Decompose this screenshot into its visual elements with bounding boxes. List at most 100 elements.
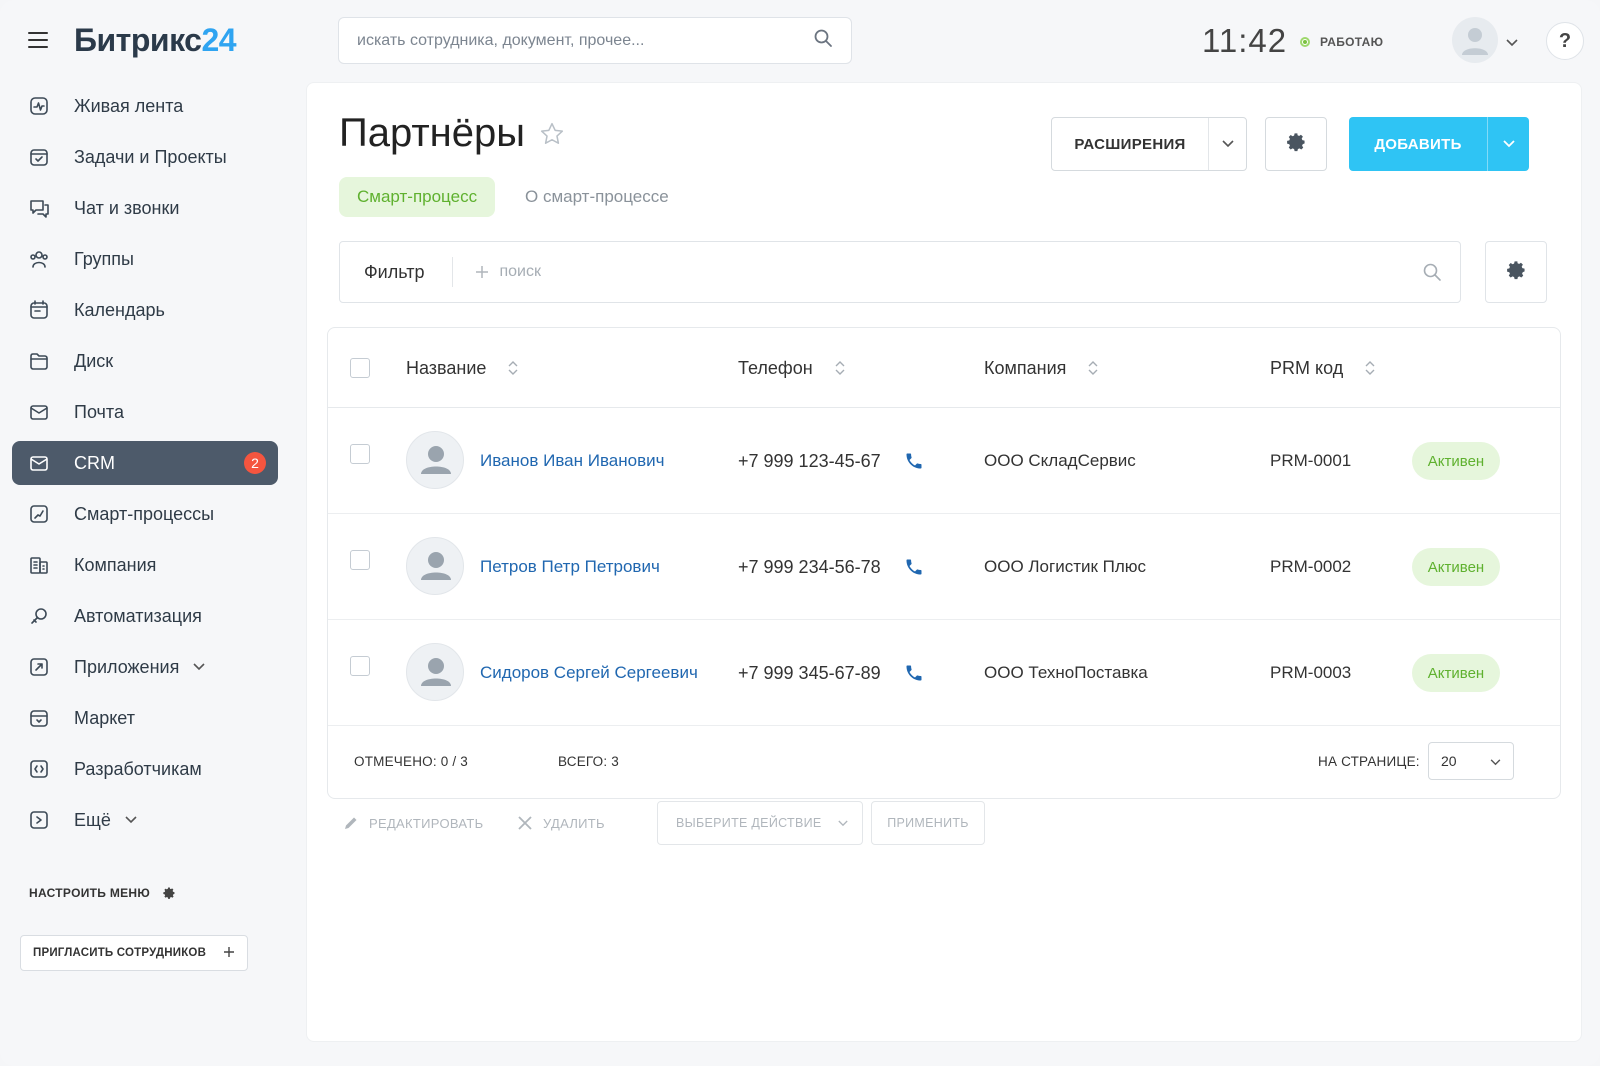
settings-button[interactable] bbox=[1265, 117, 1327, 171]
calendar-icon bbox=[28, 299, 50, 321]
sidebar-item-11[interactable]: Приложения bbox=[12, 645, 278, 689]
column-label: Телефон bbox=[738, 357, 813, 378]
sidebar-item-label: Приложения bbox=[74, 656, 180, 677]
plus-icon[interactable] bbox=[475, 265, 489, 279]
table-row[interactable]: Иванов Иван Иванович +7 999 123-45-67 ОО… bbox=[328, 408, 1560, 514]
star-icon[interactable] bbox=[539, 121, 565, 152]
gear-icon bbox=[1285, 131, 1307, 158]
sort-icon bbox=[1088, 360, 1098, 376]
sidebar-item-0[interactable]: Живая лента bbox=[12, 84, 278, 128]
edit-button[interactable]: РЕДАКТИРОВАТЬ bbox=[343, 801, 483, 845]
sidebar-item-label: Смарт-процессы bbox=[74, 503, 215, 524]
row-checkbox[interactable] bbox=[350, 656, 370, 676]
sidebar-item-2[interactable]: Чат и звонки bbox=[12, 186, 278, 230]
table-row[interactable]: Сидоров Сергей Сергеевич +7 999 345-67-8… bbox=[328, 620, 1560, 726]
column-header-prm-code[interactable]: PRM код bbox=[1270, 328, 1375, 408]
column-header-phone[interactable]: Телефон bbox=[738, 328, 845, 408]
main-panel: Партнёры Смарт-процесс О смарт-процессе … bbox=[306, 82, 1582, 1042]
global-search-input[interactable] bbox=[357, 31, 813, 50]
filter-search-input[interactable] bbox=[499, 263, 1422, 281]
chat-icon bbox=[28, 197, 50, 219]
market-icon bbox=[28, 707, 50, 729]
grid-settings-button[interactable] bbox=[1485, 241, 1547, 303]
phone-call-icon[interactable] bbox=[904, 663, 924, 688]
gear-icon bbox=[1505, 259, 1527, 286]
sidebar-item-3[interactable]: Группы bbox=[12, 237, 278, 281]
row-checkbox[interactable] bbox=[350, 444, 370, 464]
per-page-select[interactable]: 20 bbox=[1428, 742, 1514, 780]
delete-button[interactable]: УДАЛИТЬ bbox=[517, 801, 605, 845]
group-actions-bar: РЕДАКТИРОВАТЬ УДАЛИТЬ ВЫБЕРИТЕ ДЕЙСТВИЕ … bbox=[343, 801, 1043, 845]
user-avatar[interactable] bbox=[1452, 17, 1498, 63]
logo[interactable]: Битрикс24 bbox=[74, 22, 237, 59]
search-icon[interactable] bbox=[813, 28, 833, 53]
sidebar-item-7[interactable]: CRM 2 bbox=[12, 441, 278, 485]
phone-value: +7 999 345-67-89 bbox=[738, 662, 881, 683]
add-label: ДОБАВИТЬ bbox=[1374, 135, 1462, 153]
chevron-down-icon[interactable] bbox=[1487, 117, 1529, 171]
grid-footer: ОТМЕЧЕНО: 0 / 3 ВСЕГО: 3 НА СТРАНИЦЕ: 20 bbox=[328, 722, 1560, 800]
phone-call-icon[interactable] bbox=[904, 451, 924, 476]
configure-menu-label: НАСТРОИТЬ МЕНЮ bbox=[29, 886, 151, 900]
sidebar-item-12[interactable]: Маркет bbox=[12, 696, 278, 740]
partner-name-link[interactable]: Иванов Иван Иванович bbox=[480, 408, 664, 514]
configure-menu-button[interactable]: НАСТРОИТЬ МЕНЮ bbox=[29, 886, 176, 900]
sidebar-item-6[interactable]: Почта bbox=[12, 390, 278, 434]
chevron-down-icon bbox=[193, 663, 205, 671]
tasks-icon bbox=[28, 146, 50, 168]
row-checkbox[interactable] bbox=[350, 550, 370, 570]
tab-about-smart-process[interactable]: О смарт-процессе bbox=[525, 177, 669, 217]
sidebar-item-13[interactable]: Разработчикам bbox=[12, 747, 278, 791]
action-select[interactable]: ВЫБЕРИТЕ ДЕЙСТВИЕ bbox=[657, 801, 863, 845]
chevron-down-icon bbox=[838, 816, 848, 830]
sidebar-item-1[interactable]: Задачи и Проекты bbox=[12, 135, 278, 179]
filter-button[interactable]: Фильтр bbox=[340, 257, 454, 287]
invite-employees-button[interactable]: ПРИГЛАСИТЬ СОТРУДНИКОВ bbox=[20, 935, 248, 971]
sort-icon bbox=[1365, 360, 1375, 376]
column-label: PRM код bbox=[1270, 357, 1344, 378]
per-page-label: НА СТРАНИЦЕ: bbox=[1318, 753, 1420, 769]
work-status-label: РАБОТАЮ bbox=[1320, 35, 1384, 49]
partner-name-link[interactable]: Петров Петр Петрович bbox=[480, 514, 660, 620]
menu-burger-icon[interactable] bbox=[28, 32, 48, 48]
work-status[interactable]: РАБОТАЮ bbox=[1300, 35, 1383, 49]
global-search bbox=[338, 17, 852, 64]
sidebar-item-4[interactable]: Календарь bbox=[12, 288, 278, 332]
groups-icon bbox=[28, 248, 50, 270]
sidebar-item-8[interactable]: Смарт-процессы bbox=[12, 492, 278, 536]
sidebar-item-label: CRM bbox=[74, 452, 115, 473]
clock[interactable]: 11:42 bbox=[1202, 22, 1287, 60]
avatar bbox=[406, 537, 464, 595]
sidebar-item-10[interactable]: Автоматизация bbox=[12, 594, 278, 638]
column-header-name[interactable]: Название bbox=[406, 328, 518, 408]
sidebar-item-5[interactable]: Диск bbox=[12, 339, 278, 383]
page-title: Партнёры bbox=[339, 111, 526, 155]
sidebar-item-label: Компания bbox=[74, 554, 157, 575]
search-icon[interactable] bbox=[1422, 262, 1442, 282]
chevron-down-icon[interactable] bbox=[1208, 118, 1246, 170]
phone-value: +7 999 234-56-78 bbox=[738, 556, 881, 577]
status-badge: Активен bbox=[1412, 442, 1500, 480]
company-value: ООО ТехноПоставка bbox=[984, 663, 1148, 682]
extensions-button[interactable]: РАСШИРЕНИЯ bbox=[1051, 117, 1247, 171]
chevron-down-icon bbox=[1490, 753, 1501, 769]
sidebar-item-9[interactable]: Компания bbox=[12, 543, 278, 587]
sidebar-item-label: Ещё bbox=[74, 809, 111, 830]
help-button[interactable]: ? bbox=[1546, 22, 1584, 60]
phone-call-icon[interactable] bbox=[904, 557, 924, 582]
sidebar-item-14[interactable]: Ещё bbox=[12, 798, 278, 842]
prm-code-value: PRM-0003 bbox=[1270, 663, 1352, 682]
chevron-down-icon[interactable] bbox=[1506, 34, 1518, 52]
column-header-company[interactable]: Компания bbox=[984, 328, 1098, 408]
sidebar: Живая лента Задачи и Проекты Чат и звонки Г… bbox=[12, 84, 278, 849]
apply-button[interactable]: ПРИМЕНИТЬ bbox=[871, 801, 985, 845]
add-button[interactable]: ДОБАВИТЬ bbox=[1349, 117, 1529, 171]
sidebar-item-label: Разработчикам bbox=[74, 758, 202, 779]
select-all-checkbox[interactable] bbox=[350, 358, 370, 378]
edit-label: РЕДАКТИРОВАТЬ bbox=[369, 815, 484, 831]
invite-label: ПРИГЛАСИТЬ СОТРУДНИКОВ bbox=[33, 947, 207, 959]
table-row[interactable]: Петров Петр Петрович +7 999 234-56-78 ОО… bbox=[328, 514, 1560, 620]
status-dot-icon bbox=[1300, 37, 1310, 47]
partner-name-link[interactable]: Сидоров Сергей Сергеевич bbox=[480, 620, 698, 726]
tab-smart-process[interactable]: Смарт-процесс bbox=[339, 177, 496, 217]
